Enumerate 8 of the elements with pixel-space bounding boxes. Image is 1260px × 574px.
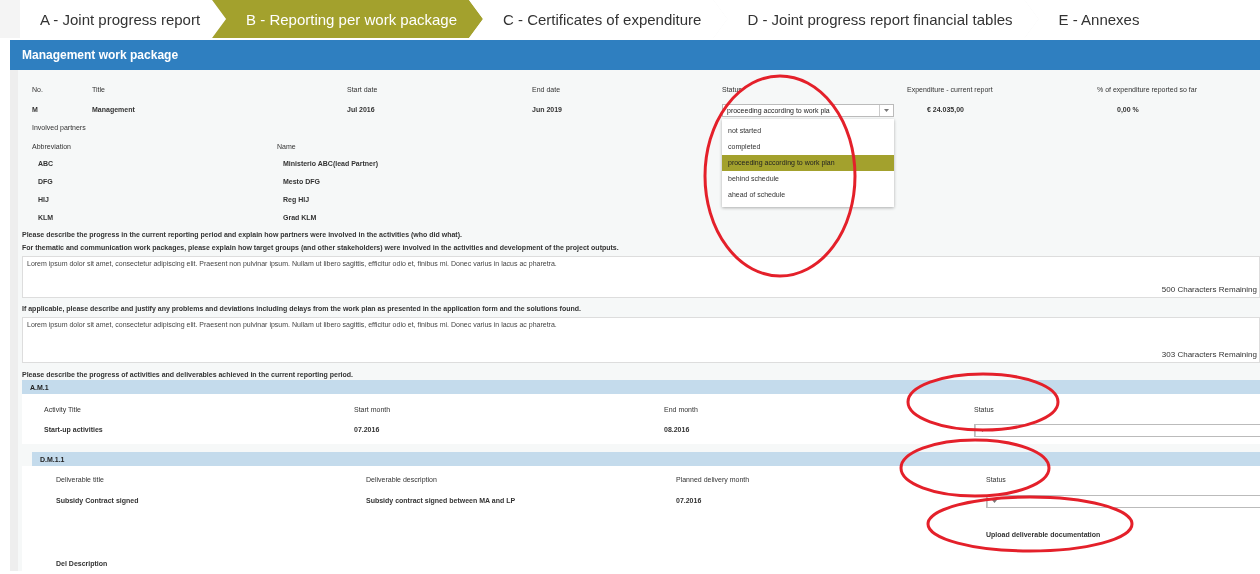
tab[interactable]: D - Joint progress report financial tables <box>713 0 1039 38</box>
dropdown-arrow-icon <box>884 108 889 112</box>
tab[interactable]: A - Joint progress report <box>20 0 227 38</box>
panel-title: Management work package <box>22 48 179 62</box>
tab[interactable]: E - Annexes <box>1024 0 1260 38</box>
status-select[interactable] <box>974 424 1260 437</box>
tab[interactable]: C - Certificates of expenditure <box>469 0 728 38</box>
dropdown-arrow-icon <box>992 500 997 504</box>
